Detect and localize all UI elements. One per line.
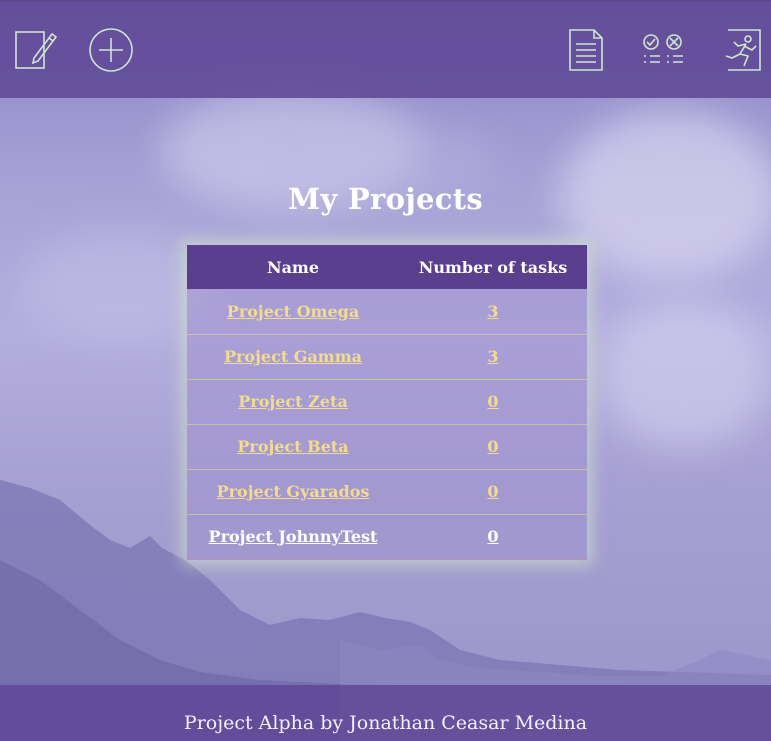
add-circle-icon[interactable] xyxy=(86,24,136,76)
task-count-link[interactable]: 3 xyxy=(487,347,498,366)
edit-icon[interactable] xyxy=(12,24,60,76)
project-name-cell: Project Beta xyxy=(187,424,399,469)
table-header-row: Name Number of tasks xyxy=(187,245,587,289)
project-name-cell: Project Omega xyxy=(187,289,399,334)
document-icon[interactable] xyxy=(564,24,612,76)
table-row: Project JohnnyTest 0 xyxy=(187,514,587,559)
project-link[interactable]: Project Zeta xyxy=(238,392,347,411)
project-link[interactable]: Project Gyarados xyxy=(217,482,370,501)
task-count-link[interactable]: 0 xyxy=(487,482,498,501)
projects-table: Name Number of tasks Project Omega 3 Pro… xyxy=(187,245,587,560)
task-count-cell: 3 xyxy=(399,334,587,379)
exit-icon[interactable] xyxy=(720,24,768,76)
footer: Project Alpha by Jonathan Ceasar Medina xyxy=(0,685,771,741)
footer-credit: Project Alpha by Jonathan Ceasar Medina xyxy=(183,712,588,734)
task-count-cell: 0 xyxy=(399,469,587,514)
task-count-cell: 0 xyxy=(399,514,587,559)
task-count-link[interactable]: 0 xyxy=(487,392,498,411)
projects-table-grid: Name Number of tasks Project Omega 3 Pro… xyxy=(187,245,587,560)
task-count-link[interactable]: 0 xyxy=(487,527,498,546)
column-header-tasks: Number of tasks xyxy=(418,257,568,277)
table-row: Project Gyarados 0 xyxy=(187,469,587,514)
page: My Projects Name Number of tasks Project… xyxy=(0,0,771,741)
checklist-icon[interactable] xyxy=(638,24,688,76)
project-name-cell: Project Gyarados xyxy=(187,469,399,514)
task-count-cell: 0 xyxy=(399,424,587,469)
project-name-cell: Project JohnnyTest xyxy=(187,514,399,559)
table-row: Project Beta 0 xyxy=(187,424,587,469)
task-count-link[interactable]: 3 xyxy=(487,302,498,321)
table-row: Project Zeta 0 xyxy=(187,379,587,424)
project-name-cell: Project Gamma xyxy=(187,334,399,379)
project-link[interactable]: Project Gamma xyxy=(224,347,362,366)
task-count-cell: 3 xyxy=(399,289,587,334)
task-count-link[interactable]: 0 xyxy=(487,437,498,456)
task-count-cell: 0 xyxy=(399,379,587,424)
table-row: Project Gamma 3 xyxy=(187,334,587,379)
project-link[interactable]: Project Beta xyxy=(237,437,348,456)
top-toolbar xyxy=(0,0,771,98)
page-title: My Projects xyxy=(287,182,484,216)
column-header-name: Name xyxy=(266,257,320,277)
project-name-cell: Project Zeta xyxy=(187,379,399,424)
project-link[interactable]: Project Omega xyxy=(227,302,359,321)
project-link[interactable]: Project JohnnyTest xyxy=(209,527,378,546)
table-row: Project Omega 3 xyxy=(187,289,587,334)
